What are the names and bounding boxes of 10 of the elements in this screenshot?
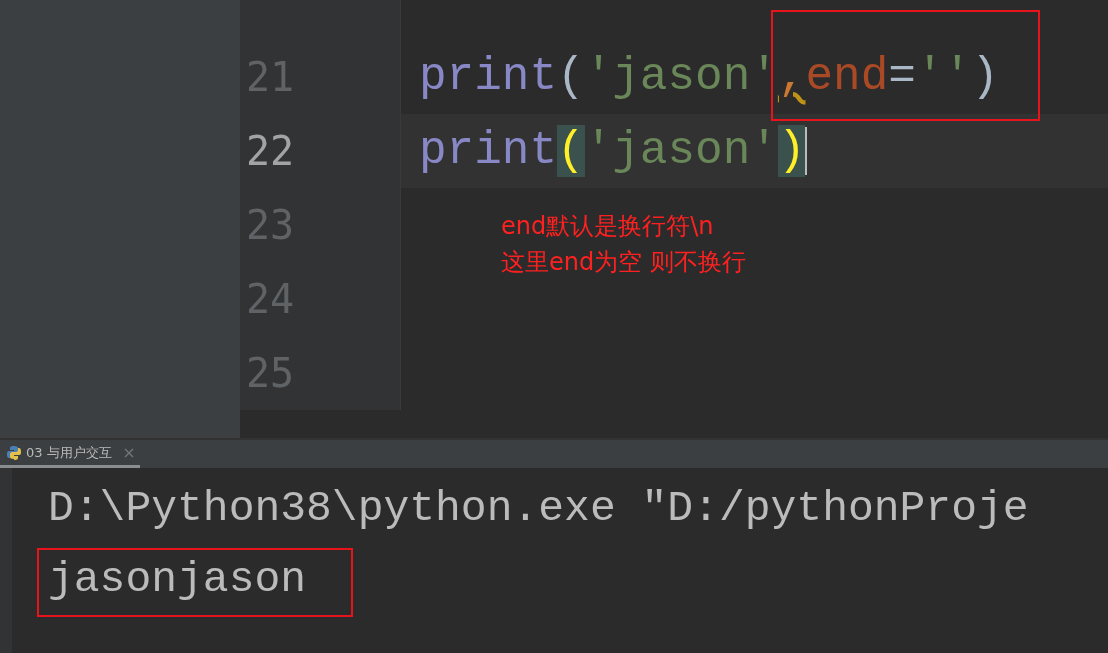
code-line: print('jason',end=''): [419, 51, 999, 103]
python-icon: [6, 444, 22, 461]
code-line: print('jason'): [419, 125, 806, 177]
annotation-text: 这里end为空 则不换行: [501, 247, 746, 278]
text-caret: [805, 126, 808, 175]
code-editor[interactable]: print('jason',end='') print('jason') end默认是换行符\n 这里end为空 则不换行: [400, 0, 1108, 410]
console-output: D:\Python38\python.exe "D:/pythonProje: [48, 485, 1029, 533]
console-output: jasonjason: [48, 556, 307, 604]
line-number: 22: [246, 128, 295, 174]
annotation-text: end默认是换行符\n: [501, 211, 715, 242]
